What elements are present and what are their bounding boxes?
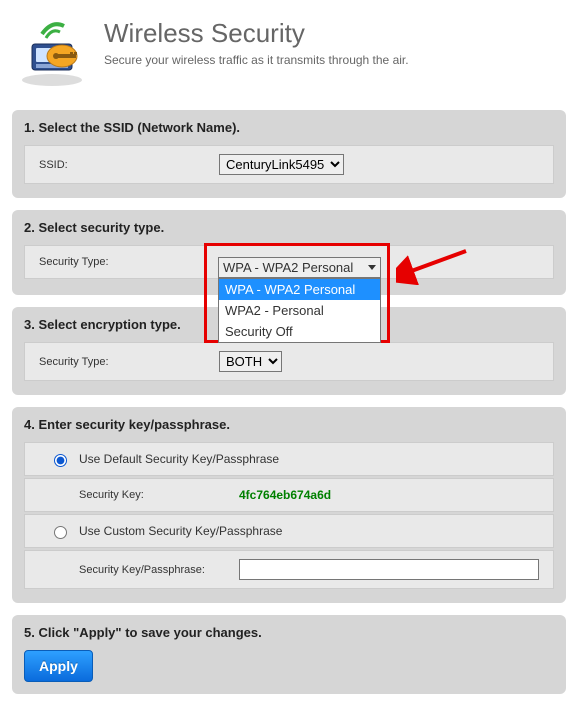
page-header: Wireless Security Secure your wireless t… xyxy=(12,12,566,92)
security-key-row: Security Key: 4fc764eb674a6d xyxy=(24,478,554,512)
router-security-icon xyxy=(12,12,92,92)
security-type-option[interactable]: Security Off xyxy=(219,321,380,342)
ssid-row: SSID: CenturyLink5495 xyxy=(24,145,554,184)
default-key-row: Use Default Security Key/Passphrase xyxy=(24,442,554,476)
ssid-select[interactable]: CenturyLink5495 xyxy=(219,154,344,175)
custom-passphrase-input[interactable] xyxy=(239,559,539,580)
security-type-label: Security Type: xyxy=(39,256,219,268)
security-type-option[interactable]: WPA2 - Personal xyxy=(219,300,380,321)
custom-key-radio[interactable] xyxy=(54,526,67,539)
custom-key-row: Use Custom Security Key/Passphrase xyxy=(24,514,554,548)
custom-passphrase-label: Security Key/Passphrase: xyxy=(79,564,239,576)
custom-passphrase-row: Security Key/Passphrase: xyxy=(24,550,554,589)
security-type-options: WPA - WPA2 Personal WPA2 - Personal Secu… xyxy=(218,278,381,343)
section-apply: 5. Click "Apply" to save your changes. A… xyxy=(12,615,566,694)
security-type-option[interactable]: WPA - WPA2 Personal xyxy=(219,279,380,300)
security-key-value: 4fc764eb674a6d xyxy=(239,488,331,502)
default-key-radio[interactable] xyxy=(54,454,67,467)
section-title: 5. Click "Apply" to save your changes. xyxy=(24,625,554,640)
ssid-label: SSID: xyxy=(39,159,219,171)
section-title: 4. Enter security key/passphrase. xyxy=(24,417,554,432)
page-title: Wireless Security xyxy=(104,18,409,49)
section-ssid: 1. Select the SSID (Network Name). SSID:… xyxy=(12,110,566,198)
security-key-label: Security Key: xyxy=(79,489,239,501)
encryption-row: Security Type: BOTH xyxy=(24,342,554,381)
default-key-label: Use Default Security Key/Passphrase xyxy=(79,452,279,466)
page-subtitle: Secure your wireless traffic as it trans… xyxy=(104,53,409,67)
apply-button[interactable]: Apply xyxy=(24,650,93,682)
section-title: 1. Select the SSID (Network Name). xyxy=(24,120,554,135)
section-passphrase: 4. Enter security key/passphrase. Use De… xyxy=(12,407,566,603)
encryption-select[interactable]: BOTH xyxy=(219,351,282,372)
security-type-selected[interactable]: WPA - WPA2 Personal xyxy=(218,257,381,278)
encryption-label: Security Type: xyxy=(39,356,219,368)
custom-key-label: Use Custom Security Key/Passphrase xyxy=(79,524,282,538)
security-type-dropdown[interactable]: WPA - WPA2 Personal WPA - WPA2 Personal … xyxy=(218,257,381,343)
section-title: 2. Select security type. xyxy=(24,220,554,235)
